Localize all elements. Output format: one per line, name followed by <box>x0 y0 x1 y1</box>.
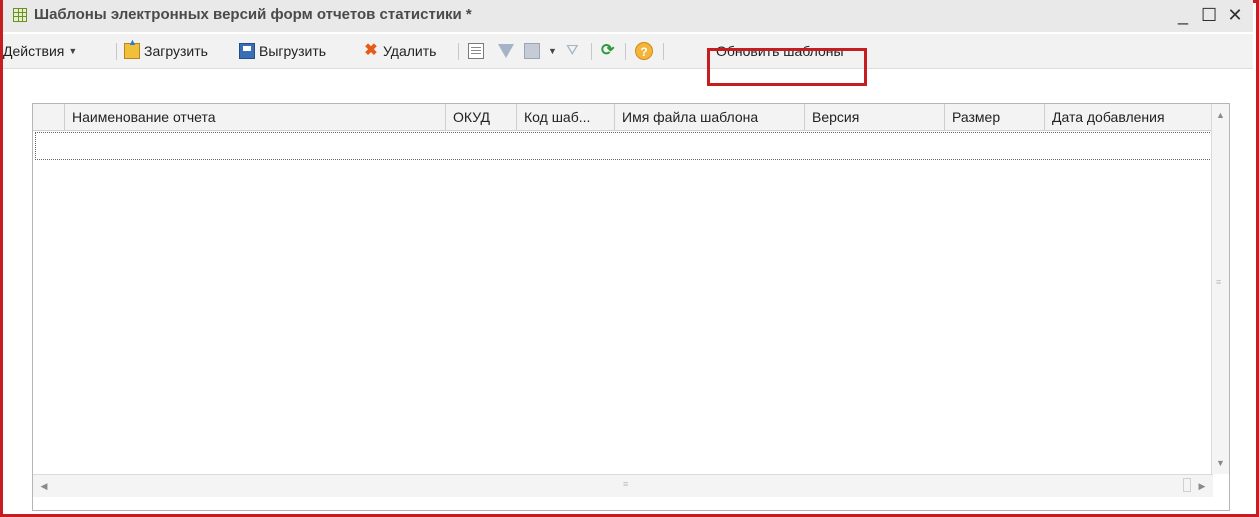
toolbar-separator <box>116 43 117 60</box>
clear-filter-icon: ⛛ <box>566 42 579 59</box>
toolbar-separator <box>663 43 664 60</box>
table-row[interactable] <box>35 132 1220 160</box>
unload-button[interactable]: Выгрузить <box>239 34 326 68</box>
refresh-button[interactable]: ⟳ <box>601 34 621 68</box>
templates-window: Шаблоны электронных версий форм отчетов … <box>3 0 1253 511</box>
delete-icon: ✖ <box>364 42 378 59</box>
unload-label: Выгрузить <box>259 43 327 59</box>
column-header-marker <box>33 104 65 130</box>
scroll-grip-icon: ≡ <box>1216 277 1222 287</box>
delete-label: Удалить <box>383 43 437 59</box>
window-title: Шаблоны электронных версий форм отчетов … <box>34 6 472 23</box>
clear-filter-button[interactable]: ⛛ <box>566 34 586 68</box>
minimize-button[interactable]: _ <box>1175 4 1191 26</box>
column-header-date-added[interactable]: Дата добавления <box>1045 104 1213 130</box>
actions-label: Действия <box>3 43 65 59</box>
filter-list-icon <box>524 43 540 59</box>
templates-table[interactable]: Наименование отчета ОКУД Код шаб... Имя … <box>32 103 1230 511</box>
actions-menu-button[interactable]: Действия ▼ <box>3 34 77 68</box>
close-button[interactable]: ✕ <box>1227 4 1243 26</box>
chevron-down-icon: ▼ <box>68 46 78 56</box>
title-bar: Шаблоны электронных версий форм отчетов … <box>3 0 1253 32</box>
horizontal-scrollbar[interactable]: ◀ ≡ ▶ <box>33 474 1213 497</box>
filter-icon <box>498 44 514 58</box>
load-button[interactable]: Загрузить <box>124 34 208 68</box>
filter-button[interactable] <box>498 34 514 68</box>
help-icon: ? <box>635 42 653 60</box>
scroll-down-icon[interactable]: ▼ <box>1212 452 1229 474</box>
scroll-grip-icon: ≡ <box>623 479 629 489</box>
load-icon <box>124 37 140 59</box>
column-header-size[interactable]: Размер <box>945 104 1045 130</box>
chevron-down-icon: ▼ <box>548 46 557 56</box>
column-header-template-code[interactable]: Код шаб... <box>517 104 615 130</box>
scroll-up-icon[interactable]: ▲ <box>1212 104 1229 126</box>
update-templates-highlight <box>707 48 867 86</box>
toolbar-separator <box>591 43 592 60</box>
toolbar: Действия ▼ Загрузить Выгрузить ✖ Удалить… <box>3 34 1253 69</box>
list-settings-button[interactable] <box>468 34 488 68</box>
refresh-icon: ⟳ <box>601 42 615 59</box>
table-header: Наименование отчета ОКУД Код шаб... Имя … <box>33 104 1213 131</box>
scroll-right-icon[interactable]: ▶ <box>1191 475 1213 497</box>
table-icon <box>13 8 27 22</box>
column-header-report-name[interactable]: Наименование отчета <box>65 104 446 130</box>
toolbar-separator <box>458 43 459 60</box>
column-header-template-file[interactable]: Имя файла шаблона <box>615 104 805 130</box>
scroll-thumb[interactable] <box>1183 478 1191 492</box>
load-label: Загрузить <box>144 43 208 59</box>
column-header-version[interactable]: Версия <box>805 104 945 130</box>
scroll-left-icon[interactable]: ◀ <box>33 475 55 497</box>
maximize-button[interactable]: ☐ <box>1201 4 1217 26</box>
save-icon <box>239 43 255 59</box>
grid-icon <box>468 43 484 59</box>
column-header-okud[interactable]: ОКУД <box>446 104 517 130</box>
toolbar-separator <box>625 43 626 60</box>
delete-button[interactable]: ✖ Удалить <box>363 34 436 68</box>
filter-by-value-button[interactable]: ▼ <box>524 34 557 68</box>
vertical-scrollbar[interactable]: ▲ ≡ ▼ <box>1211 104 1229 474</box>
help-button[interactable]: ? <box>635 34 657 68</box>
